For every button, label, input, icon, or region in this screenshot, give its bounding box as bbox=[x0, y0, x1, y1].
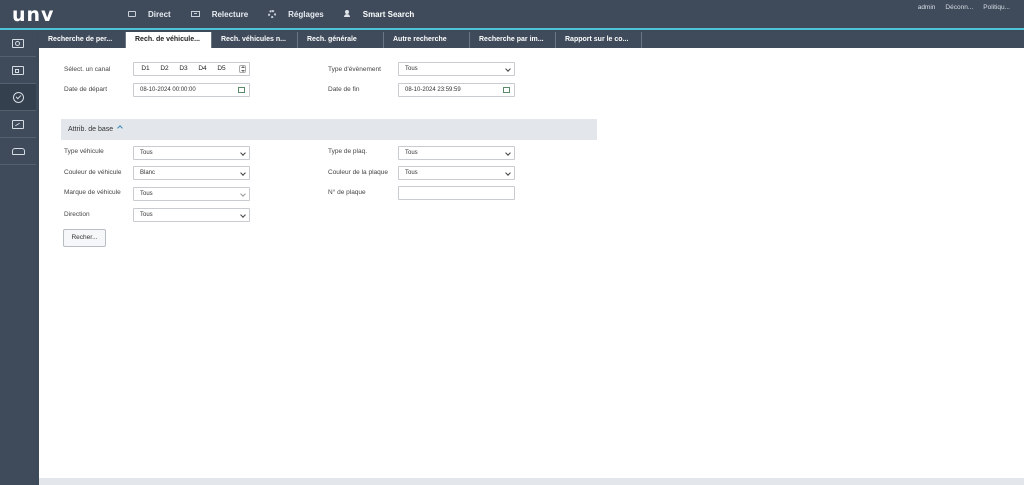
event-type-value: Tous bbox=[405, 66, 418, 72]
chevron-down-icon bbox=[240, 191, 246, 197]
top-bar: unv Direct Relecture Réglages Smart Sear… bbox=[0, 0, 1024, 30]
plate-color-value: Tous bbox=[405, 170, 418, 176]
vehicle-type-select[interactable]: Tous bbox=[133, 146, 250, 160]
plate-color-select[interactable]: Tous bbox=[398, 166, 515, 180]
nav-smart-search-label: Smart Search bbox=[362, 9, 415, 19]
tab-image-search[interactable]: Recherche par im... bbox=[470, 32, 556, 48]
person-card-icon bbox=[12, 65, 24, 75]
calendar-icon[interactable] bbox=[503, 87, 510, 93]
tab-other-search[interactable]: Autre recherche bbox=[384, 32, 470, 48]
tab-general-search[interactable]: Rech. générale bbox=[298, 32, 384, 48]
channel-d2[interactable]: D2 bbox=[155, 63, 174, 75]
channel-d3[interactable]: D3 bbox=[174, 63, 193, 75]
chevron-down-icon bbox=[240, 170, 246, 176]
event-type-label: Type d'évènement bbox=[328, 66, 381, 73]
plate-color-label: Couleur de la plaque bbox=[328, 169, 388, 176]
channel-d1[interactable]: D1 bbox=[136, 63, 155, 75]
calendar-icon[interactable] bbox=[238, 87, 245, 93]
channel-label: Sélect. un canal bbox=[64, 66, 111, 73]
scene-icon bbox=[12, 119, 24, 129]
nav-direct-label: Direct bbox=[148, 9, 171, 19]
vehicle-check-icon bbox=[12, 91, 24, 103]
sidebar-item-car[interactable] bbox=[0, 138, 36, 165]
channel-selector[interactable]: D1 D2 D3 D4 D5 bbox=[133, 62, 250, 76]
vehicle-color-select[interactable]: Blanc bbox=[133, 166, 250, 180]
start-date-label: Date de départ bbox=[64, 86, 108, 93]
chevron-down-icon bbox=[505, 66, 511, 72]
end-date-value: 08-10-2024 23:59:59 bbox=[405, 87, 461, 93]
search-button[interactable]: Recher... bbox=[63, 229, 106, 247]
search-tabs: Recherche de per... Rech. de véhicule...… bbox=[39, 32, 1024, 48]
chevron-down-icon bbox=[505, 170, 511, 176]
sidebar-item-person[interactable] bbox=[0, 57, 36, 84]
tab-vehicle-search[interactable]: Rech. de véhicule... bbox=[126, 32, 212, 48]
face-search-icon bbox=[12, 38, 24, 48]
channel-spinner-icon[interactable] bbox=[239, 65, 246, 73]
chevron-down-icon bbox=[240, 212, 246, 218]
brand-label: Marque de véhicule bbox=[64, 189, 121, 196]
direction-value: Tous bbox=[140, 212, 153, 218]
nav-reglages[interactable]: Réglages bbox=[268, 10, 324, 19]
start-date-value: 08-10-2024 00:00:00 bbox=[140, 87, 196, 93]
vehicle-color-value: Blanc bbox=[140, 170, 156, 176]
user-links: admin Déconn... Politiqu... bbox=[908, 4, 1010, 11]
chevron-down-icon bbox=[240, 150, 246, 156]
vehicle-search-form: Sélect. un canal D1 D2 D3 D4 D5 Type d'évène… bbox=[39, 48, 1024, 485]
nav-direct[interactable]: Direct bbox=[128, 10, 171, 19]
brand-select[interactable]: Tous bbox=[133, 187, 250, 201]
direction-label: Direction bbox=[64, 211, 90, 218]
nav-relecture[interactable]: Relecture bbox=[190, 9, 249, 19]
end-date-field[interactable]: 08-10-2024 23:59:59 bbox=[398, 83, 515, 97]
vehicle-type-label: Type véhicule bbox=[64, 148, 104, 155]
nav-smart-search[interactable]: Smart Search bbox=[343, 9, 415, 19]
user-admin-link[interactable]: admin bbox=[918, 4, 936, 11]
sidebar-item-scene[interactable] bbox=[0, 111, 36, 138]
tab-nonmotor-search[interactable]: Rech. véhicules n... bbox=[212, 32, 298, 48]
plate-type-value: Tous bbox=[405, 150, 418, 156]
basic-attributes-label: Attrib. de base bbox=[68, 126, 114, 133]
plate-number-input[interactable] bbox=[398, 186, 515, 200]
event-type-select[interactable]: Tous bbox=[398, 62, 515, 76]
chevron-down-icon bbox=[505, 150, 511, 156]
tab-report[interactable]: Rapport sur le co... bbox=[556, 32, 642, 48]
channel-d4[interactable]: D4 bbox=[193, 63, 212, 75]
car-icon bbox=[11, 147, 25, 155]
playback-icon bbox=[190, 11, 200, 17]
plate-type-label: Type de plaq. bbox=[328, 148, 368, 155]
end-date-label: Date de fin bbox=[328, 86, 360, 93]
nav-reglages-label: Réglages bbox=[288, 9, 324, 19]
start-date-field[interactable]: 08-10-2024 00:00:00 bbox=[133, 83, 250, 97]
vehicle-type-value: Tous bbox=[140, 150, 153, 156]
channel-d5[interactable]: D5 bbox=[212, 63, 231, 75]
plate-type-select[interactable]: Tous bbox=[398, 146, 515, 160]
brand-value: Tous bbox=[140, 191, 153, 197]
user-search-icon bbox=[343, 10, 351, 18]
main-content: Recherche de per... Rech. de véhicule...… bbox=[39, 32, 1024, 485]
gear-icon bbox=[268, 10, 277, 18]
tab-person-search[interactable]: Recherche de per... bbox=[39, 32, 126, 48]
main-nav: Direct Relecture Réglages Smart Search bbox=[128, 0, 434, 28]
sidebar-item-vehicle[interactable] bbox=[0, 84, 36, 111]
policy-link[interactable]: Politiqu... bbox=[983, 4, 1010, 11]
chevron-up-icon[interactable] bbox=[117, 125, 123, 131]
sidebar-item-face[interactable] bbox=[0, 30, 36, 57]
direction-select[interactable]: Tous bbox=[133, 208, 250, 222]
bottom-status-bar bbox=[39, 478, 1024, 485]
brand-logo: unv bbox=[12, 4, 55, 26]
left-sidebar bbox=[0, 30, 36, 485]
plate-number-label: N° de plaque bbox=[328, 189, 366, 196]
nav-relecture-label: Relecture bbox=[211, 9, 249, 19]
logout-link[interactable]: Déconn... bbox=[945, 4, 973, 11]
monitor-icon bbox=[128, 11, 136, 17]
basic-attributes-header[interactable]: Attrib. de base bbox=[61, 119, 597, 140]
vehicle-color-label: Couleur de véhicule bbox=[64, 169, 122, 176]
